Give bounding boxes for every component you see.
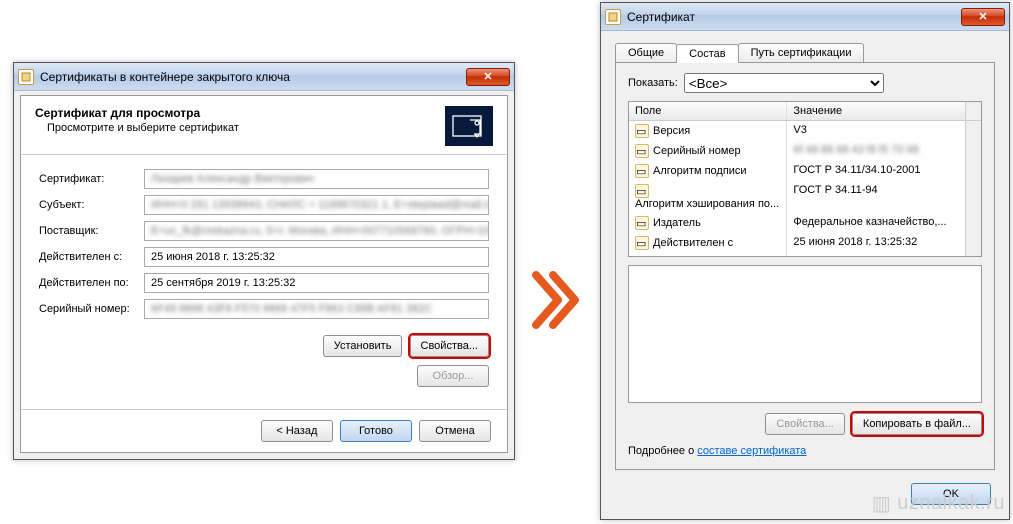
cell-value: ГОСТ Р 34.11-94 [787,181,965,213]
cell-value: 6f 48 88 98 43 f8 f5 70 98 [787,141,965,161]
link-prefix: Подробнее о [628,445,697,457]
cell-field: Действителен с [653,237,733,249]
field-certificate[interactable]: Лазарев Александр Викторович [144,169,489,189]
cell-value: ГОСТ Р 34.11/34.10-2001 [787,161,965,181]
field-subject[interactable]: ИНН=0 281 13938943, СНИЛС = 1189670321 1… [144,195,489,215]
cell-field: Алгоритм хэширования по... [635,198,779,210]
cell-value: 25 июня 2018 г. 13:25:32 [787,233,965,253]
show-select[interactable]: <Все> [684,73,884,93]
field-icon: ▭ [635,124,649,138]
tab-panel-details: Показать: <Все> Поле Значение ▭ВерсияV3▭… [615,62,995,470]
scrollbar-track[interactable] [965,181,981,213]
table-row[interactable]: ▭ Действителен с 25 июня 2018 г. 13:25:32 [629,233,981,253]
tabstrip: Общие Состав Путь сертификации [607,35,1003,62]
field-serial[interactable]: 6F48 8898 43F8 F570 9868 47F5 F863 C88B … [144,299,489,319]
show-label: Показать: [628,77,678,89]
dialog-body: Общие Состав Путь сертификации Показать:… [607,35,1003,513]
learn-more-link[interactable]: составе сертификата [697,445,806,457]
table-row[interactable]: ▭ Серийный номер 6f 48 88 98 43 f8 f5 70 9… [629,141,981,161]
back-button[interactable]: < Назад [261,420,333,442]
watermark: ▥ uznaikak.ru [872,491,1005,516]
table-row[interactable]: ▭ Версия V3 [629,121,981,141]
edit-properties-button: Свойства... [765,413,844,435]
field-issuer[interactable]: E=uc_fk@roskazna.ru, S=г. Москва, ИНН=00… [144,221,489,241]
scrollbar-track[interactable] [965,213,981,233]
field-icon: ▭ [635,184,649,198]
cell-value: Федеральное казначейство,... [787,213,965,233]
titlebar[interactable]: Сертификат ✕ [601,3,1009,31]
label-valid-to: Действителен по: [39,277,144,289]
browse-button: Обзор... [417,365,489,387]
titlebar[interactable]: Сертификаты в контейнере закрытого ключа… [14,63,514,91]
label-issuer: Поставщик: [39,225,144,237]
certificate-logo-icon [445,106,493,146]
fields-table[interactable]: Поле Значение ▭ Версия V3 ▭ Серийный номер 6f… [628,101,982,257]
table-row[interactable]: ▭Алгоритм хэширования по... ГОСТ Р 34.11-… [629,181,981,213]
watermark-icon: ▥ [872,491,891,516]
dialog-body: Сертификат для просмотра Просмотрите и в… [20,95,508,453]
flow-arrow-icon [531,270,581,330]
field-icon: ▭ [635,144,649,158]
scrollbar-track[interactable] [965,233,981,253]
label-subject: Субъект: [39,199,144,211]
install-button[interactable]: Установить [323,335,403,357]
window-title: Сертификат [627,10,961,24]
container-certs-dialog: Сертификаты в контейнере закрытого ключа… [13,62,515,460]
tab-certpath[interactable]: Путь сертификации [738,43,865,62]
close-button[interactable]: ✕ [466,68,510,86]
cell-value: 25 сентября 2019 г. 13:25:32 [787,253,965,256]
label-certificate: Сертификат: [39,173,144,185]
scrollbar-track[interactable] [965,253,981,256]
field-icon: ▭ [635,164,649,178]
cell-field: Алгоритм подписи [653,165,747,177]
field-detail-textarea[interactable] [628,265,982,403]
properties-button[interactable]: Свойства... [410,335,489,357]
table-row[interactable]: ▭ Алгоритм подписи ГОСТ Р 34.11/34.10-2001 [629,161,981,181]
cert-app-icon [18,69,34,85]
section-subheading: Просмотрите и выберите сертификат [35,122,445,134]
field-valid-to[interactable]: 25 сентября 2019 г. 13:25:32 [144,273,489,293]
label-serial: Серийный номер: [39,303,144,315]
scrollbar-header [965,102,981,120]
section-heading: Сертификат для просмотра [35,106,445,120]
label-valid-from: Действителен с: [39,251,144,263]
scrollbar-track[interactable] [965,161,981,181]
scrollbar-track[interactable] [965,121,981,141]
close-button[interactable]: ✕ [961,8,1005,26]
copy-to-file-button[interactable]: Копировать в файл... [852,413,982,435]
cell-field: Издатель [653,217,701,229]
col-value[interactable]: Значение [787,102,965,120]
col-field[interactable]: Поле [629,102,787,120]
scrollbar-track[interactable] [965,141,981,161]
field-icon: ▭ [635,216,649,230]
table-row[interactable]: ▭Действителен по25 сентября 2019 г. 13:2… [629,253,981,256]
cancel-button[interactable]: Отмена [419,420,491,442]
finish-button[interactable]: Готово [340,420,412,442]
field-icon: ▭ [635,236,649,250]
cert-app-icon [605,9,621,25]
cell-field: Версия [653,125,690,137]
cell-value: V3 [787,121,965,141]
table-row[interactable]: ▭ Издатель Федеральное казначейство,... [629,213,981,233]
window-title: Сертификаты в контейнере закрытого ключа [40,70,466,84]
watermark-text: uznaikak.ru [897,492,1005,515]
tab-general[interactable]: Общие [615,43,677,62]
field-valid-from[interactable]: 25 июня 2018 г. 13:25:32 [144,247,489,267]
certificate-dialog: Сертификат ✕ Общие Состав Путь сертифика… [600,2,1010,520]
cell-field: Серийный номер [653,145,741,157]
tab-details[interactable]: Состав [676,44,738,63]
